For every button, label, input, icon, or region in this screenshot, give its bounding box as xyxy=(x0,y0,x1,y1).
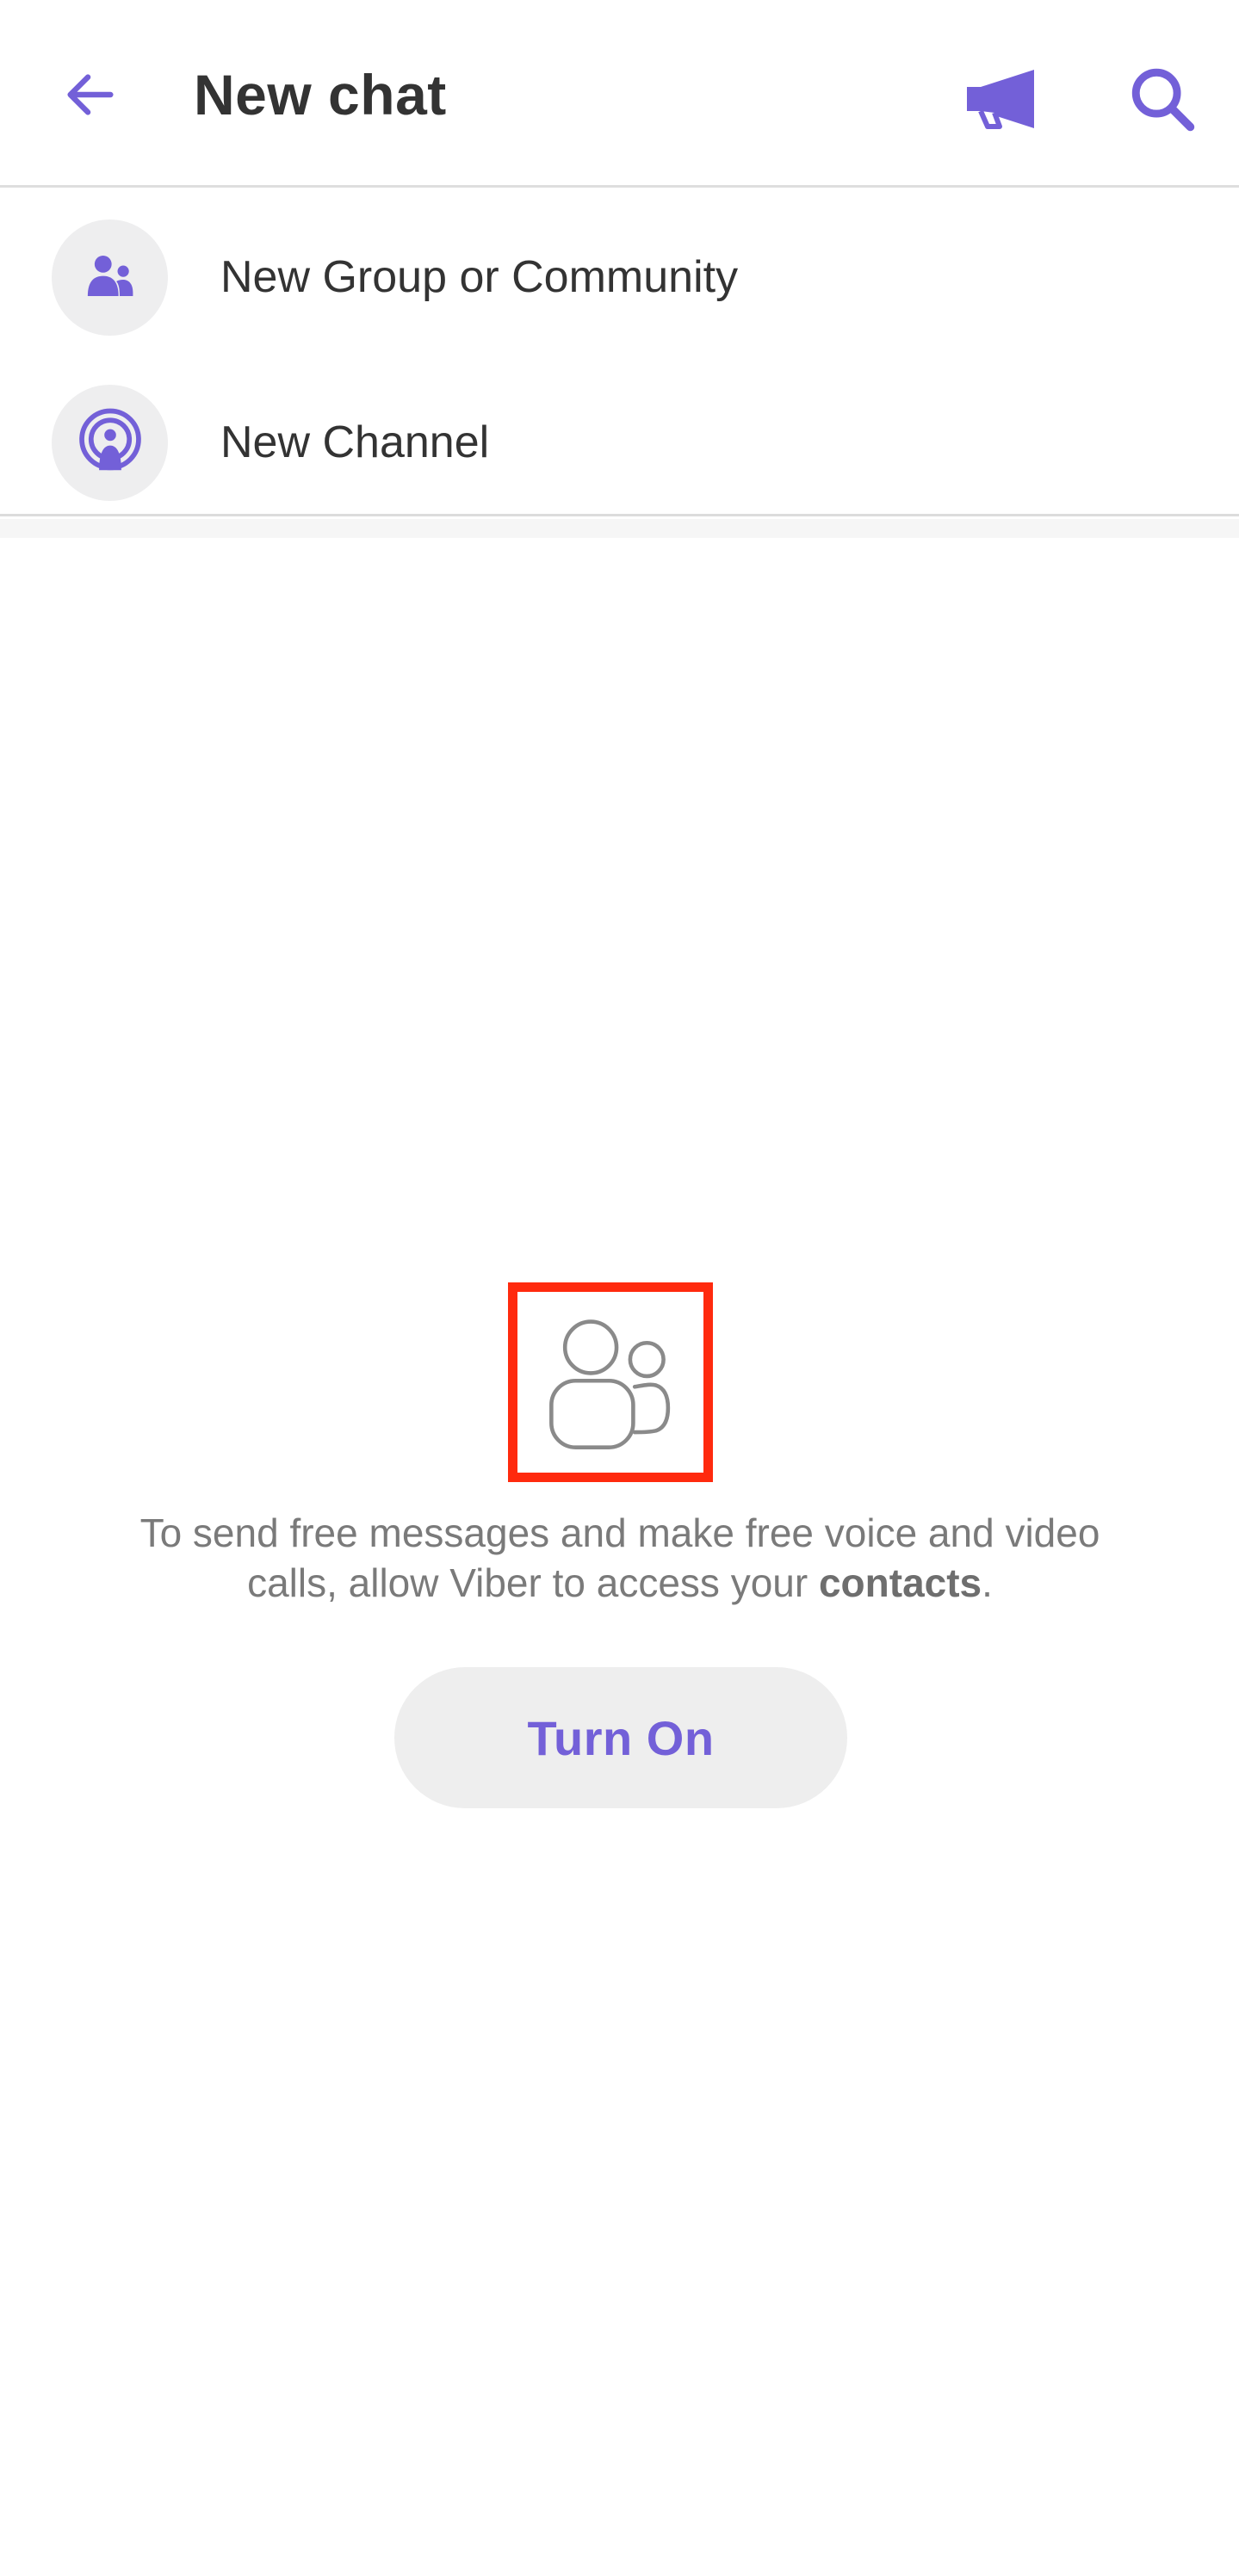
search-icon xyxy=(1131,68,1195,132)
megaphone-icon xyxy=(967,70,1034,129)
page-title: New chat xyxy=(194,63,447,127)
arrow-left-icon xyxy=(67,74,114,115)
group-icon xyxy=(87,255,133,296)
contacts-emphasis: contacts xyxy=(818,1560,982,1605)
menu-item-label: New Channel xyxy=(220,417,490,467)
megaphone-button[interactable] xyxy=(951,52,1055,146)
new-group-or-community-item[interactable]: New Group or Community xyxy=(0,195,1239,360)
contacts-permission-message: To send free messages and make free voic… xyxy=(139,1510,1100,1605)
app-header: New chat xyxy=(0,0,1239,188)
contacts-icon-highlight xyxy=(508,1282,713,1482)
search-button[interactable] xyxy=(1115,52,1210,146)
new-channel-item[interactable]: New Channel xyxy=(0,360,1239,525)
back-button[interactable] xyxy=(47,52,133,138)
contacts-icon xyxy=(549,1319,671,1449)
section-divider xyxy=(0,519,1239,538)
turn-on-button[interactable]: Turn On xyxy=(394,1667,847,1808)
menu-item-label: New Group or Community xyxy=(220,252,739,302)
new-chat-options: New Group or Community New Channel xyxy=(0,188,1239,516)
new-chat-screen: New chat New Group or Community New Chan… xyxy=(0,0,1239,2576)
group-icon-badge xyxy=(52,219,168,336)
channel-broadcast-icon xyxy=(78,408,141,471)
channel-icon-badge xyxy=(52,384,168,501)
